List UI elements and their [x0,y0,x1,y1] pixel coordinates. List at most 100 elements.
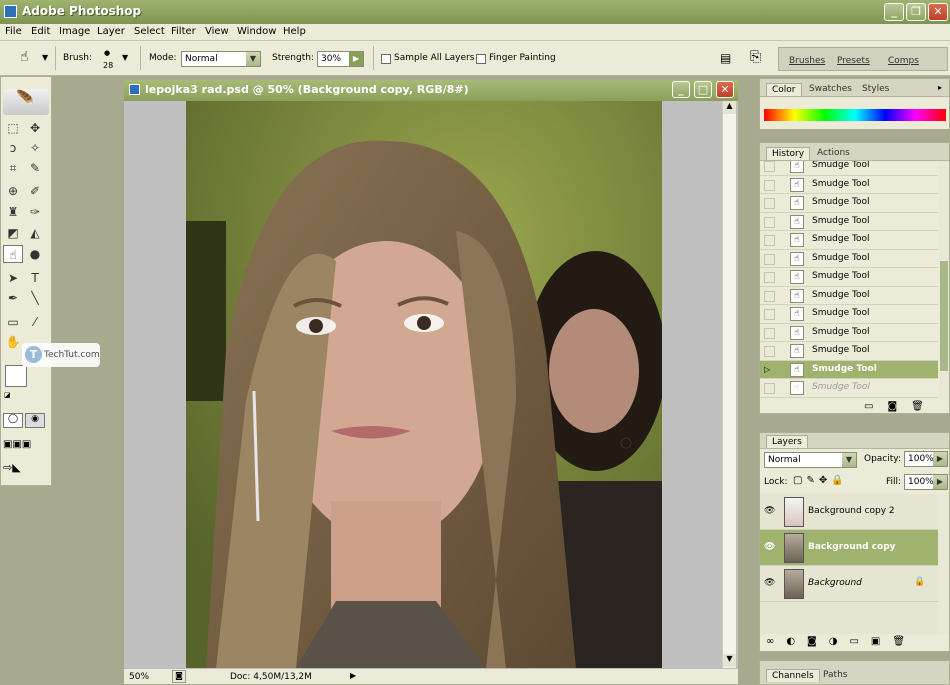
paint-bucket-icon[interactable]: ◭ [25,224,45,242]
history-item[interactable]: ☝ Smudge Tool [760,342,938,361]
tab-styles[interactable]: Styles [857,83,894,96]
opacity-input[interactable]: 100% ▶ [904,451,948,467]
smudge-tool-icon[interactable]: ☝ [3,245,23,263]
status-menu-icon[interactable]: ◙ [172,670,186,683]
mode-select[interactable]: Normal ▼ [181,51,261,67]
scroll-down-icon[interactable]: ▼ [723,654,736,667]
zoom-level[interactable]: 50% [129,672,149,682]
jump-to-imageready-icon[interactable]: ⇨◣ [3,461,21,474]
history-item[interactable]: ☝ Smudge Tool [760,231,938,250]
menu-image[interactable]: Image [59,26,90,37]
history-scrollbar[interactable] [939,161,949,401]
quick-mask-icon[interactable]: ◉ [25,413,45,428]
history-item[interactable]: ☝ Smudge Tool [760,324,938,342]
menu-layer[interactable]: Layer [97,26,125,37]
history-scroll-thumb[interactable] [940,261,948,371]
history-brush-icon[interactable]: ✑ [25,203,45,221]
tool-preset-dropdown[interactable]: ▼ [42,53,48,62]
tab-actions[interactable]: Actions [812,147,855,160]
brush-tool-icon[interactable]: ✐ [25,182,45,200]
vertical-scrollbar[interactable]: ▲ ▼ [722,101,736,668]
history-item[interactable]: ☝ Smudge Tool [760,287,938,305]
healing-brush-icon[interactable]: ⊕ [3,182,23,200]
menu-filter[interactable]: Filter [171,26,196,37]
menu-select[interactable]: Select [134,26,165,37]
blend-mode-select[interactable]: Normal ▼ [764,452,857,468]
arrow-right-icon[interactable]: ▶ [933,452,947,466]
lock-icons[interactable]: ▢✎✥🔒 [793,475,848,486]
standard-mode-icon[interactable]: ◯ [3,413,23,428]
history-footer-icons[interactable]: ▭◙🗑 [864,401,938,412]
layers-footer-icons[interactable]: ∞◐◙◑▭▣🗑 [766,636,917,647]
menu-window[interactable]: Window [237,26,276,37]
history-item[interactable]: ☝ Smudge Tool [760,305,938,324]
history-item[interactable]: ☝ Smudge Tool [760,176,938,194]
arrow-right-icon[interactable]: ▶ [933,475,947,489]
layer-row[interactable]: 👁 Background 🔒 [760,566,938,602]
close-button[interactable]: ✕ [928,3,948,21]
arrow-right-icon[interactable]: ▶ [349,52,363,66]
pen-tool-icon[interactable]: ✒ [3,289,23,307]
fill-input[interactable]: 100% ▶ [904,474,948,490]
eye-icon[interactable]: 👁 [764,506,775,516]
brush-picker-dropdown[interactable]: ▼ [122,53,128,62]
tab-layers[interactable]: Layers [766,435,808,448]
type-tool-icon[interactable]: T [25,269,45,287]
color-ramp[interactable] [764,109,946,121]
tab-history[interactable]: History [766,147,811,160]
layers-scrollbar[interactable] [938,494,949,634]
sample-all-layers-checkbox[interactable] [381,54,391,64]
layer-row-selected[interactable]: 👁 Background copy [760,530,938,566]
restore-button[interactable]: ❐ [906,3,926,21]
notes-tool-icon[interactable]: ▭ [3,313,23,331]
imageready-icon[interactable]: ⎘ [750,49,761,65]
tab-color[interactable]: Color [766,83,802,96]
minimize-button[interactable]: _ [884,3,904,21]
history-item-undone[interactable]: ☝ Smudge Tool [760,379,938,398]
menu-file[interactable]: File [5,26,22,37]
history-item[interactable]: ☝ Smudge Tool [760,161,938,176]
clone-stamp-icon[interactable]: ♜ [3,203,23,221]
status-arrow-icon[interactable]: ▶ [350,671,356,680]
eye-icon[interactable]: 👁 [764,578,775,588]
photo-canvas[interactable] [186,101,662,668]
tab-paths[interactable]: Paths [818,669,852,682]
finger-painting-checkbox[interactable] [476,54,486,64]
feather-icon[interactable]: 🪶 [3,89,49,115]
history-item[interactable]: ☝ Smudge Tool [760,250,938,268]
history-item-current[interactable]: ▷ ☝ Smudge Tool [760,360,938,379]
crop-tool-icon[interactable]: ⌗ [3,159,23,177]
slice-tool-icon[interactable]: ✎ [25,159,45,177]
history-item[interactable]: ☝ Smudge Tool [760,194,938,213]
default-colors-icon[interactable]: ◪ [4,391,11,399]
eraser-tool-icon[interactable]: ◩ [3,224,23,242]
layer-row[interactable]: 👁 Background copy 2 [760,494,938,530]
tab-channels[interactable]: Channels [766,669,820,682]
palette-icon[interactable]: ▤ [720,51,731,65]
scroll-up-icon[interactable]: ▲ [723,101,736,114]
doc-close-button[interactable]: ✕ [716,81,734,98]
tab-swatches[interactable]: Swatches [804,83,857,96]
strength-input[interactable]: 30% ▶ [317,51,364,67]
menu-view[interactable]: View [205,26,229,37]
eye-icon[interactable]: 👁 [764,542,775,552]
well-presets[interactable]: Presets [837,56,870,73]
well-brushes[interactable]: Brushes [789,56,825,73]
path-selection-icon[interactable]: ➤ [3,269,23,287]
move-tool-icon[interactable]: ✥ [25,119,45,137]
lasso-tool-icon[interactable]: ↄ [3,139,23,157]
menu-edit[interactable]: Edit [31,26,50,37]
dodge-tool-icon[interactable]: ● [25,245,45,263]
magic-wand-icon[interactable]: ✧ [25,139,45,157]
foreground-color-swatch[interactable] [5,365,27,387]
hand-tool-icon[interactable]: ✋ [3,333,23,351]
screen-mode-icons[interactable]: ▣▣▣ [3,439,31,450]
well-comps[interactable]: Comps [888,56,919,73]
doc-maximize-button[interactable]: □ [694,81,712,98]
history-item[interactable]: ☝ Smudge Tool [760,213,938,231]
smudge-tool-icon[interactable]: ☝ [20,49,29,65]
doc-minimize-button[interactable]: _ [672,81,690,98]
line-tool-icon[interactable]: ╲ [25,289,45,307]
history-item[interactable]: ☝ Smudge Tool [760,268,938,287]
eyedropper-icon[interactable]: ⁄ [25,313,45,331]
